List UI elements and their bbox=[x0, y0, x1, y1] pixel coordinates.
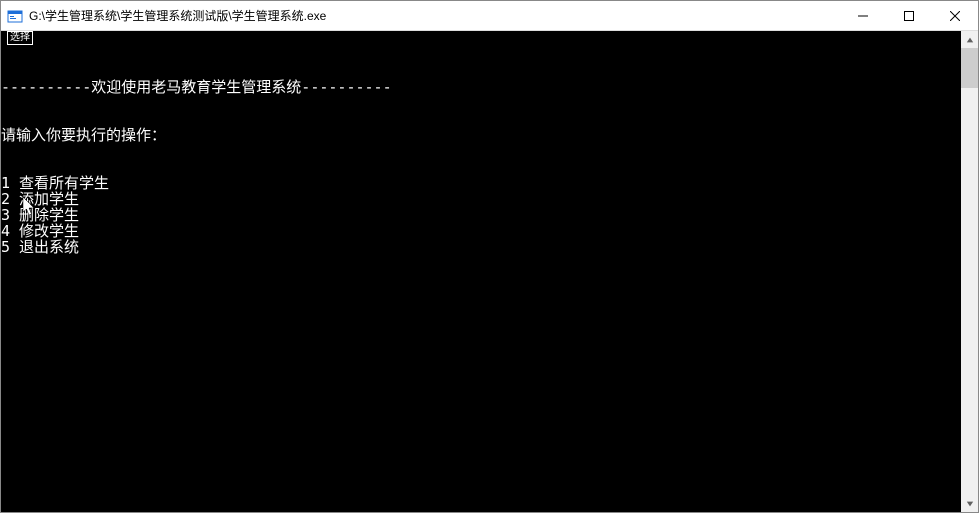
scroll-down-button[interactable] bbox=[961, 495, 978, 512]
menu-item: 1 查看所有学生 bbox=[1, 175, 961, 191]
menu-item: 3 删除学生 bbox=[1, 207, 961, 223]
menu-item: 4 修改学生 bbox=[1, 223, 961, 239]
titlebar[interactable]: G:\学生管理系统\学生管理系统测试版\学生管理系统.exe bbox=[1, 1, 978, 31]
maximize-button[interactable] bbox=[886, 1, 932, 31]
menu-item: 2 添加学生 bbox=[1, 191, 961, 207]
prompt-line: 请输入你要执行的操作： bbox=[1, 127, 961, 143]
console-output[interactable]: 选择 ----------欢迎使用老马教育学生管理系统---------- 请输… bbox=[1, 31, 961, 512]
selection-label: 选择 bbox=[7, 31, 33, 45]
minimize-button[interactable] bbox=[840, 1, 886, 31]
close-button[interactable] bbox=[932, 1, 978, 31]
banner-line: ----------欢迎使用老马教育学生管理系统---------- bbox=[1, 79, 961, 95]
app-icon bbox=[7, 8, 23, 24]
window-controls bbox=[840, 1, 978, 31]
console-window: G:\学生管理系统\学生管理系统测试版\学生管理系统.exe 选择 ------… bbox=[0, 0, 979, 513]
scroll-thumb[interactable] bbox=[961, 48, 978, 88]
scroll-up-button[interactable] bbox=[961, 31, 978, 48]
window-title: G:\学生管理系统\学生管理系统测试版\学生管理系统.exe bbox=[29, 7, 840, 24]
console-content-area: 选择 ----------欢迎使用老马教育学生管理系统---------- 请输… bbox=[1, 31, 978, 512]
vertical-scrollbar[interactable] bbox=[961, 31, 978, 512]
menu-item: 5 退出系统 bbox=[1, 239, 961, 255]
